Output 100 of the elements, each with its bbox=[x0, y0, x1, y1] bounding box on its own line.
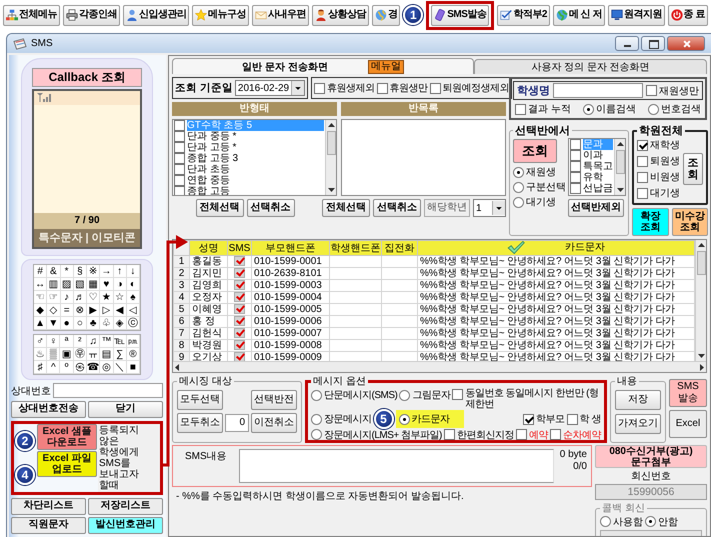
student-record-button[interactable]: 학적부2 bbox=[497, 4, 550, 26]
symbol-key[interactable]: ² bbox=[74, 335, 87, 348]
symbol-key[interactable]: ♣ bbox=[87, 317, 100, 330]
symbol-key[interactable]: ▣ bbox=[60, 348, 74, 361]
symbol-key[interactable]: ▧ bbox=[74, 278, 87, 291]
new-student-button[interactable]: 신입생관리 bbox=[122, 4, 190, 26]
list-item[interactable]: 단과 중등 * bbox=[187, 131, 236, 142]
minimize-button[interactable] bbox=[615, 36, 639, 51]
symbol-key[interactable]: = bbox=[60, 304, 74, 317]
opt-out-button[interactable]: 080수신거부(광고) 문구첨부 bbox=[595, 445, 707, 468]
scroll-up-icon[interactable] bbox=[328, 123, 334, 127]
symbol-key[interactable]: ※ bbox=[87, 265, 100, 278]
radio-button[interactable] bbox=[513, 166, 524, 178]
scrollbar-thumb[interactable] bbox=[326, 131, 336, 155]
checkbox[interactable] bbox=[174, 175, 185, 186]
vertical-scrollbar[interactable] bbox=[614, 139, 625, 195]
checkbox[interactable] bbox=[637, 172, 648, 182]
menu-config-button[interactable]: 메뉴구성 bbox=[192, 4, 250, 26]
exit-button[interactable]: 종 료 bbox=[668, 4, 708, 26]
radio-button[interactable] bbox=[311, 414, 322, 424]
sms-send-button[interactable]: SMS발송 bbox=[431, 4, 490, 26]
symbol-key[interactable]: ® bbox=[126, 348, 140, 361]
block-list-button[interactable]: 차단리스트 bbox=[11, 498, 86, 515]
excel-download-button[interactable]: Excel 샘플 다운로드 bbox=[37, 424, 97, 450]
grade-field[interactable]: 1 bbox=[473, 199, 506, 217]
symbol-key[interactable]: ▶ bbox=[87, 304, 100, 317]
symbol-key[interactable]: & bbox=[47, 265, 60, 278]
checkbox[interactable] bbox=[646, 85, 657, 96]
symbol-key[interactable]: ◇ bbox=[47, 304, 60, 317]
symbol-key[interactable]: ▲ bbox=[34, 317, 48, 330]
deselect-button[interactable]: 선택취소 bbox=[373, 199, 421, 217]
checkbox[interactable] bbox=[570, 161, 581, 172]
symbol-key[interactable]: ■ bbox=[126, 361, 140, 374]
excel-upload-button[interactable]: Excel 파일 업로드 bbox=[37, 451, 97, 477]
send-number-button[interactable]: 상대번호전송 bbox=[11, 401, 86, 418]
symbol-key[interactable]: ☆ bbox=[114, 291, 127, 304]
symbol-key[interactable]: ◈ bbox=[114, 317, 127, 330]
list-item[interactable]: 단과 고등 * bbox=[187, 142, 236, 153]
close-button[interactable] bbox=[667, 36, 705, 51]
symbol-key[interactable]: ◆ bbox=[34, 304, 48, 317]
checkbox[interactable] bbox=[570, 150, 581, 161]
sms-checkbox[interactable] bbox=[234, 340, 245, 350]
sms-checkbox[interactable] bbox=[234, 280, 245, 290]
symbol-key[interactable]: ㉿ bbox=[74, 361, 87, 374]
list-item[interactable]: 연합 중등 bbox=[187, 175, 230, 186]
symbol-key[interactable]: ㉾ bbox=[74, 348, 87, 361]
symbol-key[interactable]: º bbox=[60, 361, 74, 374]
tab[interactable]: 일반 문자 전송화면 메뉴얼 bbox=[172, 58, 474, 74]
symbol-key[interactable]: ♥ bbox=[100, 278, 114, 291]
symbol-key[interactable]: ^ bbox=[47, 361, 60, 374]
sms-checkbox[interactable] bbox=[234, 328, 245, 338]
symbol-key[interactable]: ☜ bbox=[34, 291, 48, 304]
checkbox[interactable] bbox=[314, 82, 326, 94]
symbol-key[interactable]: ▨ bbox=[60, 278, 74, 291]
symbol-key[interactable]: ▤ bbox=[100, 348, 114, 361]
load-button[interactable]: 가져오기 bbox=[615, 414, 661, 434]
search-button[interactable]: 조회 bbox=[683, 153, 703, 185]
scroll-down-icon[interactable] bbox=[328, 188, 334, 192]
radio-button[interactable] bbox=[399, 390, 410, 400]
tab[interactable]: 사용자 정의 문자 전송화면 bbox=[474, 59, 707, 74]
radio-button[interactable] bbox=[398, 414, 410, 424]
checkbox[interactable] bbox=[174, 164, 185, 175]
select-all-button[interactable]: 모두선택 bbox=[177, 390, 223, 410]
checkbox[interactable] bbox=[444, 429, 455, 440]
radio-button[interactable] bbox=[513, 196, 524, 208]
symbol-key[interactable]: ⊗ bbox=[74, 304, 87, 317]
checkbox[interactable] bbox=[376, 82, 388, 94]
radio-button[interactable] bbox=[600, 516, 611, 527]
symbol-key[interactable]: ▦ bbox=[87, 278, 100, 291]
scroll-left-icon[interactable] bbox=[175, 364, 179, 370]
symbol-key[interactable]: ▥ bbox=[47, 278, 60, 291]
toolbar-button[interactable]: 경 bbox=[372, 4, 400, 26]
maximize-button[interactable] bbox=[641, 36, 665, 51]
remote-support-button[interactable]: 원격지원 bbox=[608, 4, 665, 26]
scroll-down-icon[interactable] bbox=[616, 188, 624, 192]
symbol-key[interactable]: ♯ bbox=[34, 361, 48, 374]
count-field[interactable]: 0 bbox=[225, 414, 249, 432]
list-item[interactable]: 유학 bbox=[583, 172, 603, 183]
symbol-key[interactable]: ㏘ bbox=[126, 335, 140, 348]
symbol-key[interactable]: ℡ bbox=[114, 335, 127, 348]
radio-button[interactable] bbox=[648, 104, 659, 114]
radio-button[interactable] bbox=[582, 104, 594, 114]
list-item[interactable]: 이과 bbox=[583, 150, 603, 161]
checkbox[interactable] bbox=[516, 429, 527, 440]
symbol-key[interactable]: ◀ bbox=[114, 304, 127, 317]
internal-mail-button[interactable]: 사내우편 bbox=[252, 4, 310, 26]
consultation-button[interactable]: 상황상담 bbox=[312, 4, 370, 26]
checkbox[interactable] bbox=[174, 186, 185, 195]
checkbox[interactable] bbox=[550, 429, 561, 440]
symbol-key[interactable]: ○ bbox=[74, 317, 87, 330]
symbol-key[interactable]: ♀ bbox=[47, 335, 60, 348]
checkbox[interactable] bbox=[637, 156, 648, 166]
symbol-key[interactable]: ♨ bbox=[34, 348, 48, 361]
symbol-key[interactable]: ♬ bbox=[74, 291, 87, 304]
symbol-key[interactable]: ▼ bbox=[47, 317, 60, 330]
symbol-key[interactable]: ☎ bbox=[86, 361, 100, 374]
sender-number-button[interactable]: 발신번호관리 bbox=[88, 517, 163, 534]
manual-badge[interactable]: 메뉴얼 bbox=[368, 60, 404, 74]
symbol-key[interactable]: ª bbox=[60, 335, 74, 348]
print-button[interactable]: 각종인쇄 bbox=[62, 4, 120, 26]
